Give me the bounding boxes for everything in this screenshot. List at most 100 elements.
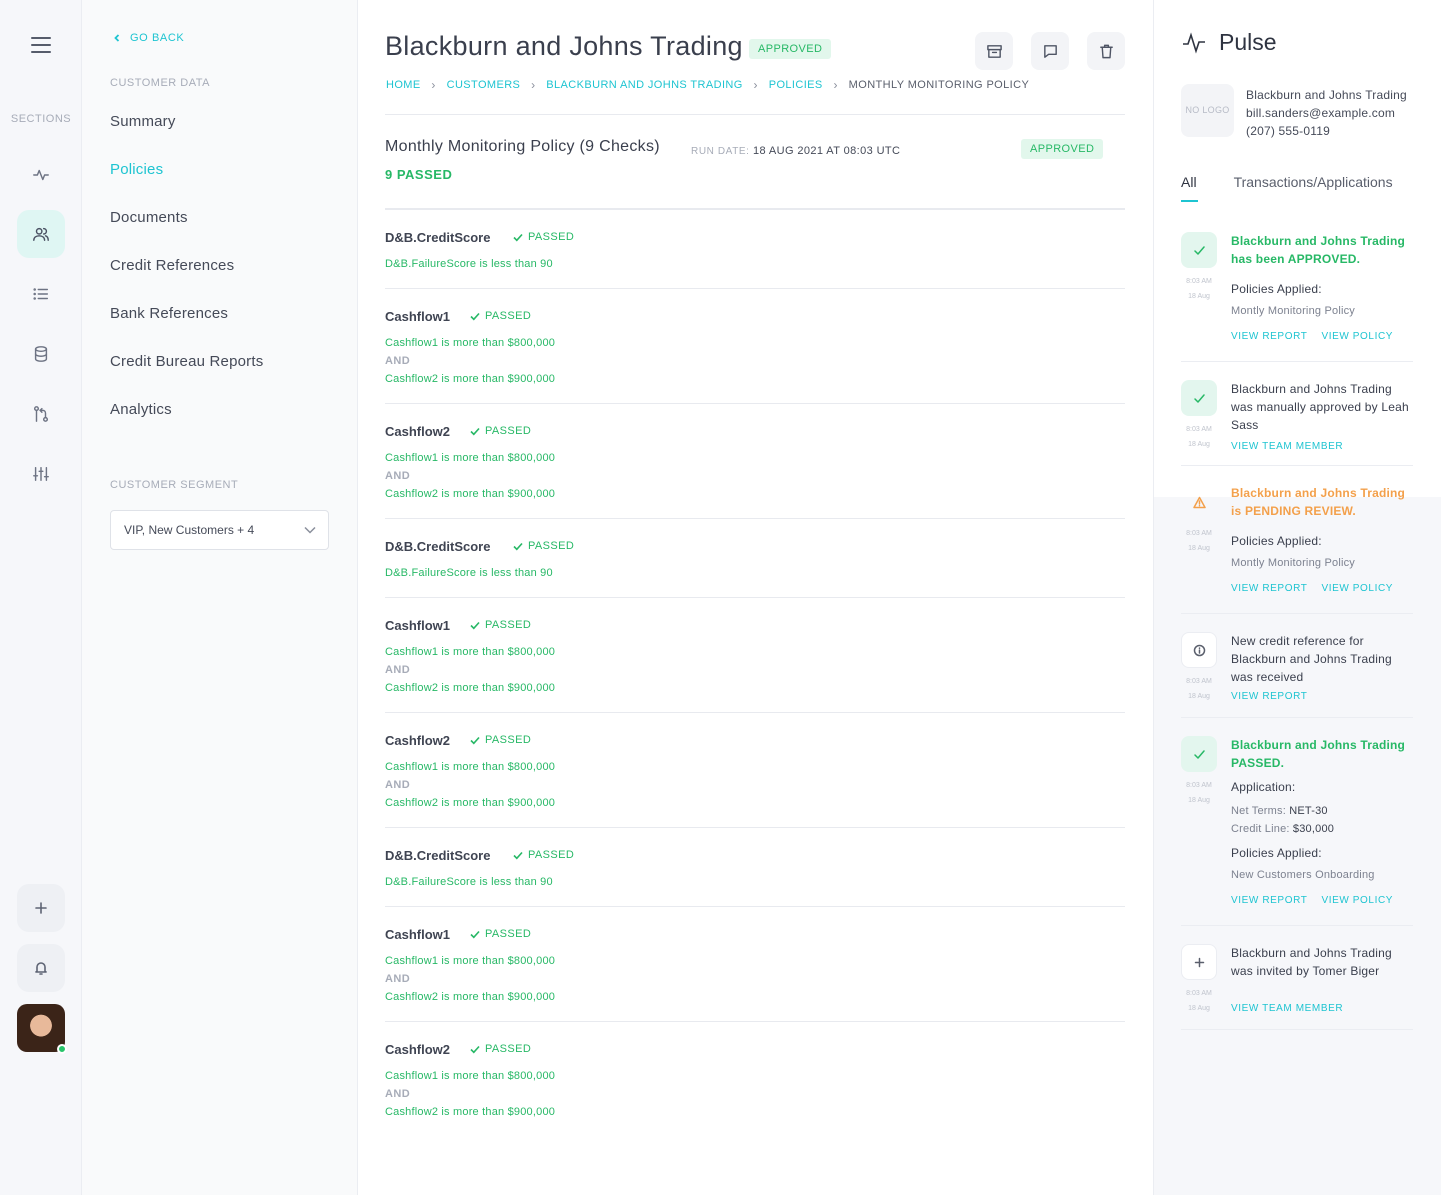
feed-body: Blackburn and Johns Trading was invited … [1231, 944, 1416, 1018]
activity-nav-icon[interactable] [17, 151, 65, 199]
chevron-left-icon [114, 34, 120, 42]
feed-time: 8:03 AM 18 Aug [1181, 674, 1217, 704]
check-condition: Cashflow1 is more than $800,000 [385, 761, 556, 773]
feed-item: 8:03 AM 18 Aug New credit reference for B… [1181, 632, 1413, 718]
feed-time-value: 8:03 AM [1186, 530, 1212, 537]
sidebar-item-documents[interactable]: Documents [110, 206, 263, 254]
sidebar-item-credit-bureau-reports[interactable]: Credit Bureau Reports [110, 350, 263, 398]
feed-links: VIEW REPORT [1231, 688, 1416, 706]
hamburger-menu-icon[interactable] [31, 37, 51, 53]
feed-body: Blackburn and Johns Trading was manually… [1231, 380, 1416, 456]
pulse-title: Pulse [1219, 29, 1277, 55]
feed-item: 8:03 AM 18 Aug Blackburn and Johns Tradin… [1181, 484, 1413, 614]
breadcrumb-home[interactable]: HOME [386, 79, 421, 91]
sidebar-item-analytics[interactable]: Analytics [110, 398, 263, 446]
view-report-link[interactable]: VIEW REPORT [1231, 328, 1307, 346]
policy-check-row: D&B.CreditScore PASSED D&B.FailureScore is… [385, 519, 1125, 598]
check-name: Cashflow2 [385, 424, 451, 439]
policy-check-row: Cashflow1 PASSED Cashflow1 is more than $8… [385, 598, 1125, 713]
customers-nav-icon[interactable] [17, 210, 65, 258]
view-team-member-link[interactable]: VIEW TEAM MEMBER [1231, 1000, 1343, 1018]
run-date-label: RUN DATE: [691, 146, 750, 157]
check-status-label: PASSED [485, 734, 532, 746]
breadcrumb-customers[interactable]: CUSTOMERS [447, 79, 521, 91]
check-name: Cashflow1 [385, 618, 451, 633]
customer-segment-value: VIP, New Customers + 4 [124, 523, 255, 537]
info-icon [1193, 644, 1205, 656]
add-button[interactable] [17, 884, 65, 932]
net-terms-row: Net Terms: NET-30 [1231, 802, 1416, 820]
trash-icon [1099, 44, 1113, 58]
sidebar-item-policies[interactable]: Policies [110, 158, 263, 206]
breadcrumb-customer[interactable]: BLACKBURN AND JOHNS TRADING [546, 79, 742, 91]
breadcrumb-chevron-icon: › [531, 78, 536, 92]
comment-button[interactable] [1031, 32, 1069, 70]
feed-time-value: 8:03 AM [1186, 678, 1212, 685]
sidebar-item-bank-references[interactable]: Bank References [110, 302, 263, 350]
check-name: Cashflow1 [385, 927, 451, 942]
check-status: PASSED [470, 1043, 531, 1055]
view-policy-link[interactable]: VIEW POLICY [1321, 328, 1393, 346]
archive-button[interactable] [975, 32, 1013, 70]
feed-status-icon [1181, 484, 1217, 520]
database-nav-icon[interactable] [17, 330, 65, 378]
sliders-nav-icon[interactable] [17, 450, 65, 498]
feed-status-icon [1181, 232, 1217, 268]
check-icon [470, 736, 480, 744]
feed-text: Blackburn and Johns Trading was manually… [1231, 382, 1409, 432]
sidebar-item-summary[interactable]: Summary [110, 110, 263, 158]
feed-links: VIEW TEAM MEMBER [1231, 438, 1416, 456]
view-policy-link[interactable]: VIEW POLICY [1321, 892, 1393, 910]
feed-time-value: 8:03 AM [1186, 278, 1212, 285]
view-report-link[interactable]: VIEW REPORT [1231, 580, 1307, 598]
user-avatar[interactable] [17, 1004, 67, 1054]
view-report-link[interactable]: VIEW REPORT [1231, 688, 1307, 706]
check-condition: Cashflow2 is more than $900,000 [385, 991, 556, 1003]
check-status: PASSED [470, 734, 531, 746]
notifications-button[interactable] [17, 944, 65, 992]
view-team-member-link[interactable]: VIEW TEAM MEMBER [1231, 438, 1343, 456]
checks-list: D&B.CreditScore PASSED D&B.FailureScore is… [385, 210, 1125, 1137]
check-icon [513, 233, 523, 241]
customer-email[interactable]: bill.sanders@example.com [1246, 104, 1407, 122]
tab-all[interactable]: All [1181, 174, 1198, 202]
feed-time: 8:03 AM 18 Aug [1181, 986, 1217, 1016]
list-nav-icon[interactable] [17, 270, 65, 318]
policy-status-badge: APPROVED [1021, 139, 1104, 159]
plus-icon [1194, 957, 1204, 967]
check-status: PASSED [470, 928, 531, 940]
condition-operator: AND [385, 973, 411, 985]
breadcrumb-chevron-icon: › [833, 78, 838, 92]
policy-header: Monthly Monitoring Policy (9 Checks) RUN… [385, 138, 1125, 182]
check-icon [513, 542, 523, 550]
customer-name: Blackburn and Johns Trading [1246, 88, 1407, 102]
view-report-link[interactable]: VIEW REPORT [1231, 892, 1307, 910]
sidebar-item-credit-references[interactable]: Credit References [110, 254, 263, 302]
bell-icon [35, 962, 47, 975]
company-logo-placeholder: NO LOGO [1181, 84, 1234, 137]
delete-button[interactable] [1087, 32, 1125, 70]
git-pull-request-nav-icon[interactable] [17, 390, 65, 438]
view-policy-link[interactable]: VIEW POLICY [1321, 580, 1393, 598]
feed-date-value: 18 Aug [1188, 797, 1210, 804]
breadcrumb: HOME › CUSTOMERS › BLACKBURN AND JOHNS T… [386, 78, 1029, 92]
feed-time-value: 8:03 AM [1186, 426, 1212, 433]
customer-segment-select[interactable]: VIP, New Customers + 4 [110, 510, 329, 550]
breadcrumb-policies[interactable]: POLICIES [769, 79, 823, 91]
condition-operator: AND [385, 355, 411, 367]
policy-applied-value: Montly Monitoring Policy [1231, 557, 1356, 569]
policy-name: Monthly Monitoring Policy (9 Checks) [385, 138, 660, 155]
feed-time: 8:03 AM 18 Aug [1181, 778, 1217, 808]
feed-time: 8:03 AM 18 Aug [1181, 274, 1217, 304]
feed-item: 8:03 AM 18 Aug Blackburn and Johns Tradin… [1181, 944, 1413, 1030]
chevron-down-icon [304, 526, 316, 534]
feed-body: Blackburn and Johns Trading has been APP… [1231, 232, 1416, 346]
check-icon [513, 851, 523, 859]
check-condition: Cashflow1 is more than $800,000 [385, 337, 556, 349]
check-condition: Cashflow2 is more than $900,000 [385, 373, 556, 385]
tab-transactions-applications[interactable]: Transactions/Applications [1234, 174, 1393, 202]
warning-icon [1192, 496, 1206, 508]
go-back-link[interactable]: GO BACK [112, 32, 184, 44]
check-name: Cashflow2 [385, 1042, 451, 1057]
feed-date-value: 18 Aug [1188, 441, 1210, 448]
